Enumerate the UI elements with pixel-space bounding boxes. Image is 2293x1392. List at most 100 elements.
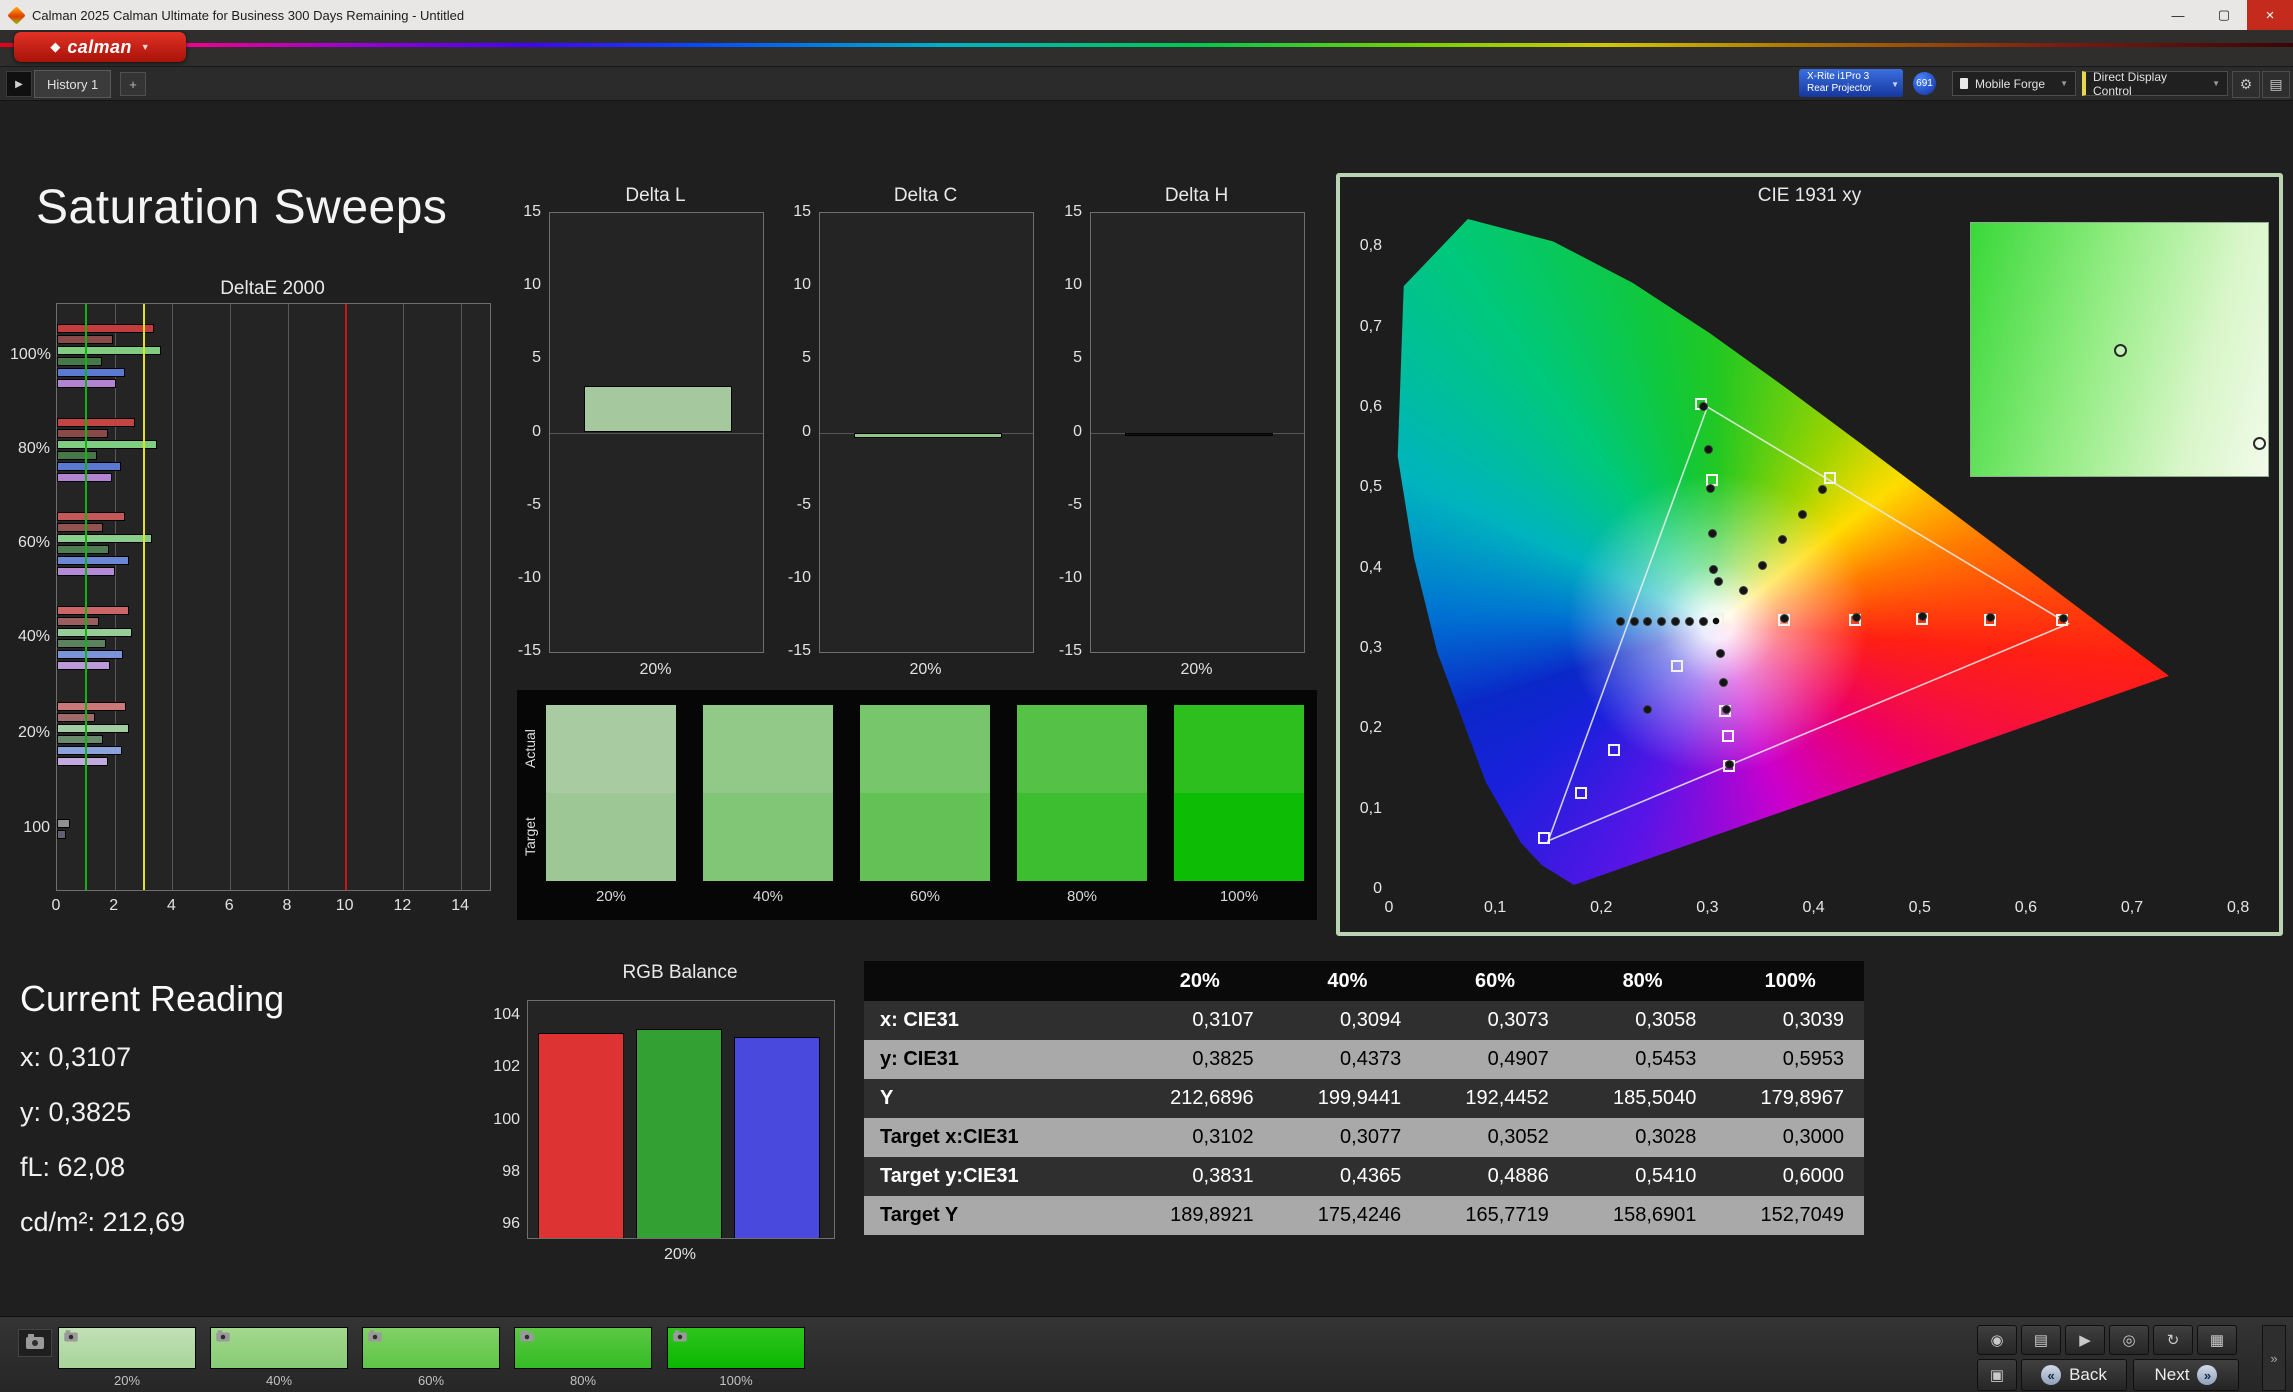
- calman-logo-text: calman: [67, 36, 132, 57]
- history-expand-button[interactable]: ▶: [6, 71, 32, 97]
- saturation-preset-button[interactable]: [362, 1327, 500, 1369]
- source-label: Mobile Forge: [1975, 76, 2046, 91]
- saturation-swatch: [1017, 705, 1147, 881]
- cie-point-target: [1707, 613, 1724, 630]
- rainbow-strip: [0, 43, 2293, 47]
- delta-e-bar: [57, 545, 109, 554]
- chart-title: Delta L: [625, 185, 686, 206]
- camera-icon[interactable]: ◉: [1977, 1325, 2017, 1355]
- meter-name: X-Rite i1Pro 3: [1807, 71, 1870, 82]
- cell-value: 0,3107: [1192, 1009, 1254, 1031]
- layout-button[interactable]: ▤: [2262, 71, 2290, 98]
- chevron-down-icon: ▼: [140, 42, 150, 52]
- delta-e-bar: [57, 650, 124, 659]
- printer-icon[interactable]: ▤: [2021, 1325, 2061, 1355]
- row-label: Target y:CIE31: [880, 1165, 1019, 1187]
- axis-tick-label: 0,3: [1359, 638, 1382, 656]
- swatch-actual: [1174, 705, 1304, 793]
- axis-tick-label: 0,2: [1590, 899, 1613, 916]
- table-row: Y 212,6896 199,9441 192,4452 185,5040 179,896…: [864, 1079, 1864, 1118]
- settings-gear-button[interactable]: ⚙: [2232, 71, 2260, 98]
- axis-tick-label: 0: [51, 897, 61, 914]
- search-icon[interactable]: ◎: [2109, 1325, 2149, 1355]
- axis-tick-label: 0: [1373, 880, 1382, 897]
- cie-point-measured: [1703, 444, 1713, 454]
- saturation-swatch: [1174, 705, 1304, 881]
- transport-tool-buttons: ◉ ▤ ▶ ◎ ↻ ▦: [1977, 1325, 2267, 1355]
- row-label: y: CIE31: [880, 1048, 959, 1070]
- close-button[interactable]: ×: [2247, 0, 2293, 30]
- axis-tick-label: 2: [109, 897, 119, 914]
- table-row: Target Y 189,8921 175,4246 165,7719 158,6901…: [864, 1196, 1864, 1235]
- reading-value: y: 0,3825: [20, 1097, 132, 1127]
- delta-l-chart: Delta L 15 10 5 0 -5 -10 -15 20%: [505, 185, 795, 695]
- zero-line: [550, 432, 763, 434]
- saturation-preset-button[interactable]: [514, 1327, 652, 1369]
- add-history-button[interactable]: +: [120, 72, 146, 96]
- preset-label: 20%: [113, 1373, 141, 1388]
- display-mode-button[interactable]: ▣: [1977, 1359, 2017, 1391]
- gridline: [287, 304, 289, 890]
- cie-point-target: [1575, 786, 1588, 799]
- table-row: Target x:CIE31 0,3102 0,3077 0,3052 0,3028 0,…: [864, 1118, 1864, 1157]
- preset-label: 100%: [719, 1373, 753, 1388]
- refresh-icon[interactable]: ↻: [2153, 1325, 2193, 1355]
- axis-tick-label: -10: [787, 568, 811, 586]
- axis-tick-label: -5: [1067, 495, 1082, 513]
- axis-tick-label: -15: [517, 642, 541, 659]
- saturation-preset-button[interactable]: [210, 1327, 348, 1369]
- axis-tick-label: -5: [796, 495, 811, 513]
- back-button[interactable]: « Back: [2021, 1359, 2127, 1391]
- cie-point-measured: [1817, 485, 1827, 495]
- cie-inset-gradient: [1970, 222, 2269, 477]
- play-icon[interactable]: ▶: [2065, 1325, 2105, 1355]
- axis-tick-label: 10: [335, 897, 354, 914]
- chart-title: CIE 1931 xy: [1757, 185, 1862, 206]
- cell-value: 0,3000: [1782, 1126, 1844, 1148]
- table-row: x: CIE31 0,3107 0,3094 0,3073 0,3058 0,3039: [864, 1001, 1864, 1040]
- calman-logo-menu[interactable]: ◆ calman ▼: [14, 32, 186, 62]
- axis-tick-label: 40%: [17, 628, 50, 645]
- cie-point-target: [1537, 831, 1550, 844]
- swatch-target: [860, 793, 990, 881]
- cell-value: 0,3028: [1635, 1126, 1697, 1148]
- cell-value: 0,5953: [1782, 1048, 1844, 1070]
- cell-value: 0,3073: [1487, 1009, 1549, 1031]
- next-icon: »: [2197, 1365, 2218, 1385]
- delta-e-bar: [57, 534, 153, 543]
- chevron-down-icon: ▼: [2060, 79, 2068, 88]
- meter-select-button[interactable]: X-Rite i1Pro 3 Rear Projector ▼: [1799, 69, 1903, 97]
- delta-e-bar: [57, 819, 70, 828]
- chart-title: DeltaE 2000: [220, 278, 325, 299]
- reference-line: [142, 304, 145, 890]
- expand-panel-button[interactable]: »: [2262, 1325, 2286, 1391]
- row-label: x: CIE31: [880, 1009, 959, 1031]
- camera-icon: [368, 1330, 382, 1342]
- delta-bar: [854, 432, 1002, 439]
- delta-bar: [584, 386, 732, 433]
- delta-e-bar: [57, 713, 95, 722]
- axis-tick-label: 20%: [17, 724, 50, 741]
- cie-point-target: [1670, 660, 1683, 673]
- axis-tick-label: 0,6: [1359, 397, 1382, 415]
- next-button[interactable]: Next »: [2133, 1359, 2239, 1391]
- axis-tick-label: 20%: [639, 661, 672, 678]
- gridline: [230, 304, 232, 890]
- source-select-button[interactable]: Mobile Forge ▼: [1952, 71, 2076, 96]
- calman-logo-icon: ◆: [50, 39, 61, 54]
- delta-e-bar: [57, 757, 108, 766]
- cell-value: 0,5453: [1635, 1048, 1697, 1070]
- app-icon: [7, 5, 26, 25]
- tab-history-1[interactable]: History 1: [34, 70, 112, 98]
- saturation-preset-button[interactable]: [667, 1327, 805, 1369]
- measure-camera-button[interactable]: [18, 1329, 52, 1357]
- saturation-preset-button[interactable]: [58, 1327, 196, 1369]
- cell-value: 0,4886: [1487, 1165, 1549, 1187]
- display-control-button[interactable]: Direct Display Control ▼: [2082, 70, 2228, 98]
- source-icon: [1960, 78, 1968, 89]
- minimize-button[interactable]: —: [2155, 0, 2201, 30]
- saturation-swatch: [860, 705, 990, 881]
- maximize-button[interactable]: ▢: [2201, 0, 2247, 30]
- grid-icon[interactable]: ▦: [2197, 1325, 2237, 1355]
- reading-value: fL: 62,08: [20, 1152, 126, 1182]
